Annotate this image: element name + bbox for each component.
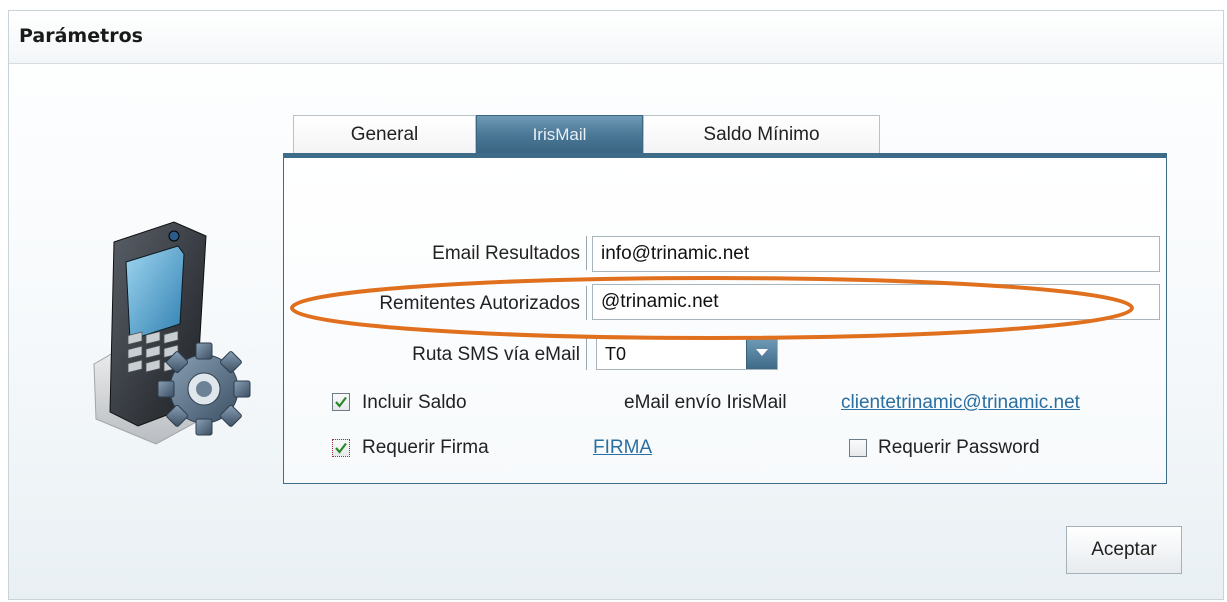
field-divider bbox=[586, 236, 587, 270]
checkmark-icon bbox=[335, 442, 347, 454]
field-divider bbox=[586, 286, 587, 320]
requerir-password-checkbox[interactable] bbox=[849, 439, 867, 457]
remitentes-autorizados-label: Remitentes Autorizados bbox=[379, 293, 580, 314]
remitentes-autorizados-input[interactable]: @trinamic.net bbox=[592, 284, 1160, 320]
phone-gear-icon bbox=[86, 214, 256, 453]
email-envio-label: eMail envío IrisMail bbox=[624, 392, 787, 413]
title-bar: Parámetros bbox=[9, 11, 1223, 64]
incluir-saldo-label: Incluir Saldo bbox=[362, 392, 467, 413]
requerir-firma-label: Requerir Firma bbox=[362, 437, 489, 458]
accept-button[interactable]: Aceptar bbox=[1066, 526, 1182, 574]
email-resultados-input[interactable]: info@trinamic.net bbox=[592, 236, 1160, 272]
window-title: Parámetros bbox=[19, 25, 143, 47]
field-divider bbox=[586, 336, 587, 370]
chevron-down-icon[interactable] bbox=[746, 339, 777, 369]
email-envio-link[interactable]: clientetrinamic@trinamic.net bbox=[841, 392, 1080, 414]
ruta-sms-label: Ruta SMS vía eMail bbox=[412, 344, 580, 365]
ruta-sms-value: T0 bbox=[605, 344, 627, 364]
requerir-firma-checkbox[interactable] bbox=[332, 439, 350, 457]
checkmark-icon bbox=[335, 396, 347, 408]
tab-general[interactable]: General bbox=[293, 115, 476, 153]
incluir-saldo-checkbox[interactable] bbox=[332, 393, 350, 411]
tab-irismail[interactable]: IrisMail bbox=[476, 115, 643, 153]
requerir-password-label: Requerir Password bbox=[878, 437, 1040, 458]
tab-saldo-minimo[interactable]: Saldo Mínimo bbox=[643, 115, 880, 153]
ruta-sms-select[interactable]: T0 bbox=[596, 338, 778, 370]
firma-link[interactable]: FIRMA bbox=[593, 437, 652, 459]
email-resultados-label: Email Resultados bbox=[432, 243, 580, 264]
